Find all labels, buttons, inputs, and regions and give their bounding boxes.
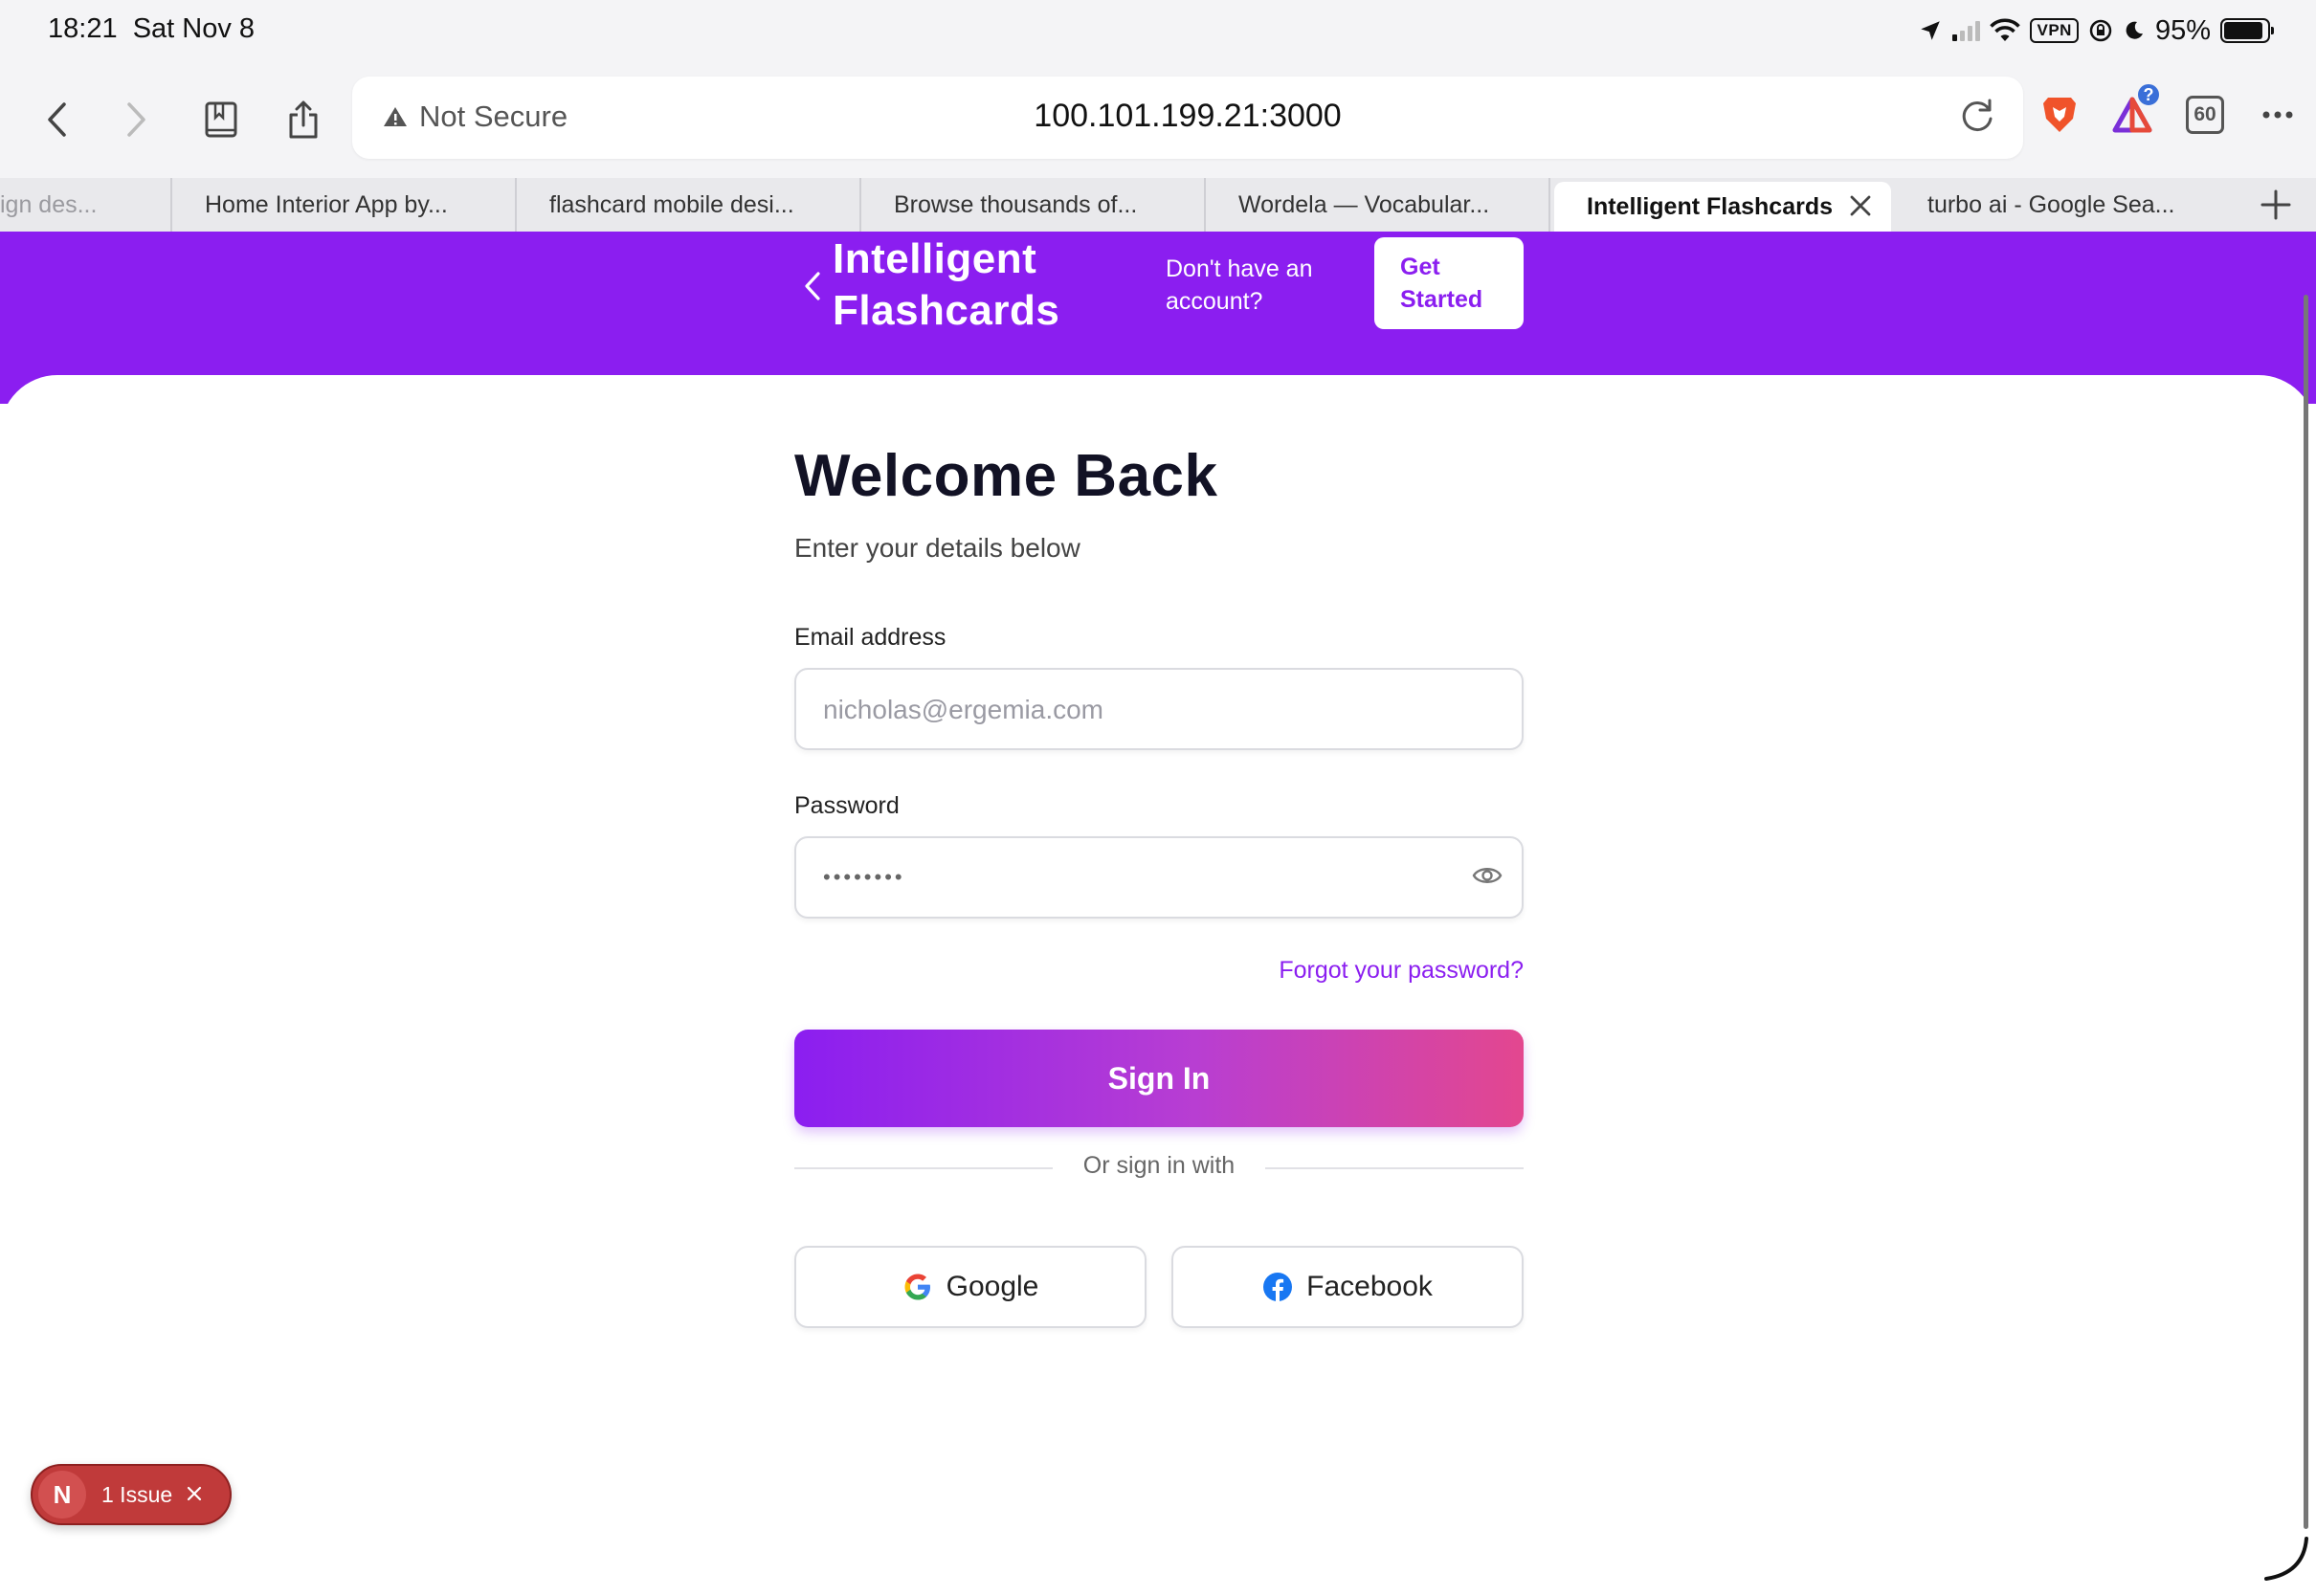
tab-wordela[interactable]: Wordela — Vocabular... — [1206, 178, 1550, 232]
get-started-button[interactable]: Get Started — [1374, 237, 1524, 329]
resize-handle[interactable] — [2262, 1535, 2310, 1587]
bookmarks-button[interactable] — [197, 96, 245, 144]
nextjs-logo-icon: N — [38, 1471, 86, 1518]
brand-logo-text: Intelligent Flashcards — [833, 233, 1059, 337]
status-bar: 18:21 Sat Nov 8 VPN 95% — [0, 0, 2316, 59]
google-label: Google — [946, 1271, 1039, 1302]
email-placeholder: nicholas@ergemia.com — [823, 695, 1103, 724]
tab-count: 60 — [2186, 96, 2224, 134]
battery-icon — [2220, 18, 2274, 43]
google-icon — [904, 1274, 930, 1300]
chevron-left-icon — [48, 102, 66, 137]
page-scrollbar[interactable] — [2304, 295, 2308, 1529]
reload-icon — [1962, 99, 1993, 132]
signup-prompt: Don't have an account? — [1166, 253, 1357, 318]
dismiss-issues-button[interactable] — [186, 1482, 203, 1508]
tab-label: flashcard mobile desi... — [549, 190, 794, 218]
brand-line-1: Intelligent — [833, 235, 1037, 282]
tab-label: Home Interior App by... — [205, 190, 448, 218]
tab-overview-button[interactable]: 60 — [2182, 92, 2228, 138]
page-title: Welcome Back — [794, 443, 1218, 509]
rewards-badge: ? — [2136, 82, 2161, 107]
tab-turbo-ai[interactable]: turbo ai - Google Sea... — [1895, 178, 2239, 232]
sign-in-button[interactable]: Sign In — [794, 1030, 1524, 1127]
facebook-label: Facebook — [1306, 1271, 1433, 1302]
password-label: Password — [794, 792, 900, 819]
tab-label: turbo ai - Google Sea... — [1927, 190, 2175, 218]
back-button[interactable] — [33, 96, 80, 144]
eye-icon — [1472, 868, 1503, 883]
tab-home-interior[interactable]: Home Interior App by... — [172, 178, 517, 232]
password-field[interactable]: •••••••• — [794, 836, 1524, 919]
forward-button[interactable] — [113, 96, 161, 144]
facebook-icon — [1263, 1273, 1293, 1301]
reload-button[interactable] — [1956, 96, 1998, 143]
plus-icon — [2260, 189, 2291, 220]
chevron-right-icon — [127, 102, 145, 137]
brave-rewards-button[interactable]: ? — [2109, 82, 2161, 138]
resize-corner-icon — [2264, 1537, 2308, 1581]
clock-date: Sat Nov 8 — [132, 13, 256, 44]
share-button[interactable] — [279, 96, 327, 144]
web-page: Intelligent Flashcards Don't have an acc… — [0, 232, 2316, 1596]
status-indicators: VPN 95% — [1918, 11, 2274, 50]
close-icon — [1850, 195, 1871, 216]
divider-right — [1265, 1167, 1524, 1169]
email-field[interactable]: nicholas@ergemia.com — [794, 668, 1524, 750]
brave-shields-button[interactable] — [2037, 92, 2082, 138]
vpn-badge: VPN — [2030, 18, 2079, 43]
facebook-signin-button[interactable]: Facebook — [1171, 1246, 1524, 1328]
tab-close-button[interactable] — [1847, 192, 1874, 226]
signup-prompt-line-2: account? — [1166, 288, 1263, 315]
more-dots-icon — [2262, 111, 2293, 119]
brand-line-2: Flashcards — [833, 287, 1060, 334]
cellular-signal-icon — [1952, 20, 1981, 41]
address-bar[interactable]: Not Secure 100.101.199.21:3000 — [352, 77, 2023, 159]
tab-flashcard-mobile[interactable]: flashcard mobile desi... — [517, 178, 861, 232]
toggle-password-visibility[interactable] — [1472, 863, 1503, 894]
password-value: •••••••• — [823, 865, 905, 889]
get-started-line-2: Started — [1400, 286, 1483, 313]
tab-strip: ign des... Home Interior App by... flash… — [0, 178, 2316, 232]
status-time: 18:21 Sat Nov 8 — [48, 13, 255, 45]
page-back-button[interactable] — [802, 270, 823, 307]
signup-prompt-line-1: Don't have an — [1166, 255, 1313, 282]
book-icon — [205, 101, 237, 138]
page-subtitle: Enter your details below — [794, 533, 1080, 563]
tab-label: Wordela — Vocabular... — [1238, 190, 1490, 218]
tab-label: Intelligent Flashcards — [1587, 192, 1834, 220]
share-icon — [289, 100, 318, 139]
moon-icon — [2126, 21, 2143, 39]
browser-toolbar: Not Secure 100.101.199.21:3000 ? 60 — [0, 59, 2316, 178]
tab-label: Browse thousands of... — [894, 190, 1138, 218]
tab-browse-thousands[interactable]: Browse thousands of... — [861, 178, 1206, 232]
divider-text: Or sign in with — [1082, 1152, 1236, 1179]
tab-label: ign des... — [0, 190, 98, 218]
tab-intelligent-flashcards[interactable]: Intelligent Flashcards — [1554, 182, 1891, 232]
more-menu-button[interactable] — [2255, 92, 2301, 138]
wifi-icon — [1990, 18, 2021, 41]
chevron-left-icon — [805, 272, 820, 300]
battery-percent: 95% — [2154, 14, 2211, 46]
get-started-line-1: Get — [1400, 254, 1440, 280]
issue-count: 1 Issue — [101, 1481, 173, 1507]
forgot-password-link[interactable]: Forgot your password? — [1279, 957, 1524, 985]
screen-lock-icon — [2089, 19, 2112, 42]
url-text[interactable]: 100.101.199.21:3000 — [352, 98, 2023, 135]
tab-partial[interactable]: ign des... — [0, 178, 172, 232]
brave-lion-icon — [2043, 98, 2076, 132]
location-arrow-icon — [1921, 21, 1941, 40]
extension-area: ? 60 — [2037, 82, 2301, 138]
new-tab-button[interactable] — [2257, 186, 2295, 224]
email-label: Email address — [794, 624, 946, 651]
google-signin-button[interactable]: Google — [794, 1246, 1147, 1328]
close-icon — [188, 1486, 202, 1500]
clock-time: 18:21 — [48, 13, 118, 44]
login-card: Welcome Back Enter your details below Em… — [0, 375, 2316, 1596]
dev-issues-badge[interactable]: N 1 Issue — [31, 1464, 232, 1525]
